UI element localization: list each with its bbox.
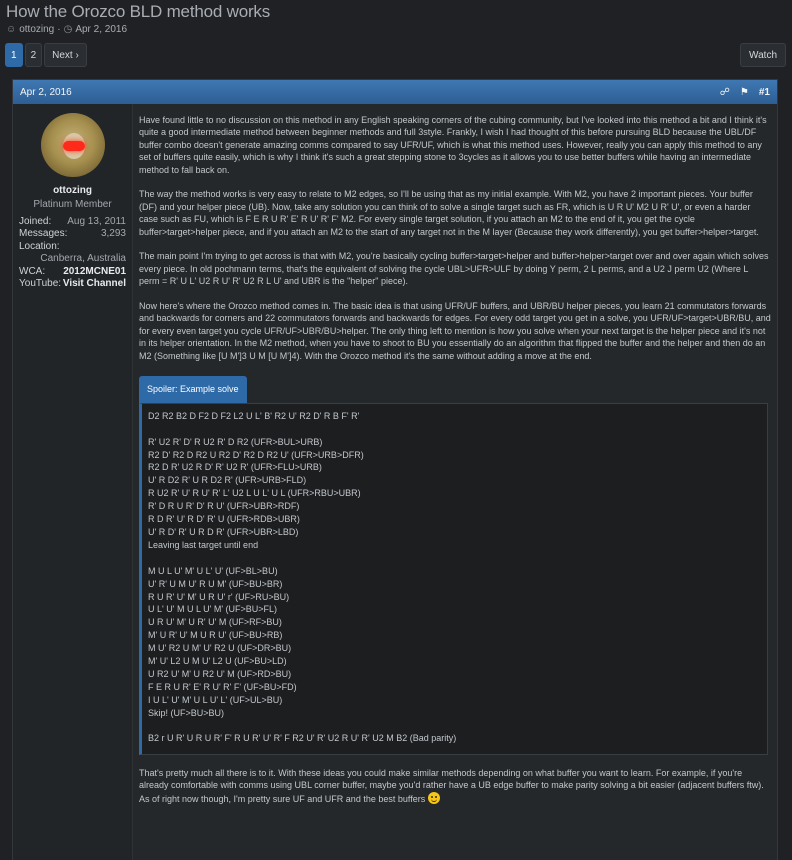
spoiler-line: M U L U' M' U L' U' (UF>BL>BU) — [148, 565, 278, 576]
post: Apr 2, 2016 ☍ ⚑ #1 ottozing Platinum Mem… — [12, 79, 778, 860]
user-title: Platinum Member — [33, 199, 112, 210]
watch-button[interactable]: Watch — [740, 43, 786, 67]
location-value[interactable]: Canberra, Australia — [40, 253, 126, 265]
username-link[interactable]: ottozing — [13, 185, 132, 196]
wca-label: WCA: — [19, 265, 46, 277]
spoiler-line: Skip! (UF>BU>BU) — [148, 707, 225, 718]
spoiler-line: R D R' U' R D' R' U (UFR>RDB>UBR) — [148, 514, 300, 525]
post-date-link[interactable]: Apr 2, 2016 — [20, 87, 72, 98]
messages-label: Messages: — [19, 228, 68, 240]
post-content: Have found little to no discussion on th… — [139, 114, 771, 817]
messages-value[interactable]: 3,293 — [101, 228, 126, 240]
next-page-button[interactable]: Next › — [44, 43, 87, 67]
spoiler-toggle-button[interactable]: Spoiler: Example solve — [139, 376, 247, 403]
meta-separator: · — [57, 24, 61, 35]
spoiler-line: M' U R' U' M U R U' (UF>BU>RB) — [148, 630, 283, 641]
spoiler-line: I U L' U' M' U L U' L' (UF>UL>BU) — [148, 694, 283, 705]
spoiler-line: M U' R2 U M' U' R2 U (UF>DR>BU) — [148, 643, 292, 654]
spoiler-line: R2 D R' U2 R D' R' U2 R' (UFR>FLU>URB) — [148, 462, 322, 473]
user-stats: Joined: Aug 13, 2011 Messages: 3,293 Locat… — [19, 216, 126, 290]
share-icon[interactable]: ☍ — [720, 87, 730, 98]
spoiler-line: U' R D2 R' U R D2 R' (UFR>URB>FLD) — [148, 475, 307, 486]
post-paragraph: The way the method works is very easy to… — [139, 189, 759, 237]
post-paragraph: Have found little to no discussion on th… — [139, 115, 767, 175]
spoiler-line: M' U' L2 U M U' L2 U (UF>BU>LD) — [148, 656, 287, 667]
smiley-icon — [427, 791, 440, 804]
spoiler-line: U' R' U M U' R U M' (UF>BU>BR) — [148, 578, 283, 589]
thread-title: How the Orozco BLD method works — [6, 2, 271, 21]
spoiler-blank-line — [148, 552, 761, 565]
spoiler-blank-line — [148, 720, 761, 733]
location-label: Location: — [19, 240, 60, 252]
joined-value: Aug 13, 2011 — [67, 216, 126, 227]
thread-date-link[interactable]: Apr 2, 2016 — [75, 24, 127, 35]
thread-meta: ☺ ottozing · ◷ Apr 2, 2016 — [6, 24, 127, 35]
spoiler-line: B2 r U R' U R U R' F' R U R' U' R' F R2 … — [148, 733, 457, 744]
clock-icon: ◷ — [63, 24, 73, 35]
spoiler-line: R2 D' R2 D R2 U R2 D' R2 D R2 U' (UFR>UR… — [148, 449, 364, 460]
avatar[interactable] — [40, 113, 105, 177]
spoiler-line: U R U' M' U R' U' M (UF>RF>BU) — [148, 617, 282, 628]
closing-text: That's pretty much all there is to it. W… — [139, 767, 764, 804]
spoiler-line: U R2 U' M' U R2 U' M (UF>RD>BU) — [148, 668, 292, 679]
spoiler-line: U' R D' R' U R D R' (UFR>UBR>LBD) — [148, 527, 299, 538]
spoiler-line: R' U2 R' D' R U2 R' D R2 (UFR>BUL>URB) — [148, 436, 323, 447]
post-paragraph: The main point I'm trying to get across … — [139, 251, 769, 287]
page-2-button[interactable]: 2 — [24, 43, 43, 67]
joined-label: Joined: — [19, 216, 52, 227]
post-header: Apr 2, 2016 ☍ ⚑ #1 — [13, 80, 777, 104]
pagination: 1 2 Next › — [5, 43, 87, 67]
youtube-label: YouTube: — [19, 278, 62, 290]
post-closing-paragraph: That's pretty much all there is to it. W… — [139, 767, 771, 805]
page-1-button[interactable]: 1 — [5, 43, 23, 67]
spoiler-content: D2 R2 B2 D F2 D F2 L2 U L' B' R2 U' R2 D… — [139, 402, 768, 755]
spoiler-line: R' D R U R' D' R U' (UFR>UBR>RDF) — [148, 501, 300, 512]
post-number-link[interactable]: #1 — [759, 87, 770, 98]
user-icon: ☺ — [6, 24, 17, 35]
post-paragraph: Now here's where the Orozco method comes… — [139, 301, 771, 361]
spoiler-line: Leaving last target until end — [148, 539, 259, 550]
youtube-channel-link[interactable]: Visit Channel — [63, 278, 126, 290]
post-actions: ☍ ⚑ #1 — [720, 87, 770, 98]
spoiler-blank-line — [148, 423, 761, 436]
user-info-panel: ottozing Platinum Member Joined: Aug 13, … — [13, 104, 133, 860]
spoiler-line: U L' U' M U L U' M' (UF>BU>FL) — [148, 604, 278, 615]
spoiler-line: D2 R2 B2 D F2 D F2 L2 U L' B' R2 U' R2 D… — [148, 410, 360, 421]
spoiler-line: R U R' U' M' U R U' r' (UF>RU>BU) — [148, 591, 290, 602]
spoiler-line: R U2 R' U' R U' R' L' U2 L U L' U L (UFR… — [148, 488, 361, 499]
thread-author-link[interactable]: ottozing — [19, 24, 54, 35]
avatar-red-eyes — [62, 141, 85, 151]
spoiler-line: F E R U R' E' R U' R' F' (UF>BU>FD) — [148, 681, 297, 692]
wca-id-value: 2012MCNE01 — [63, 265, 126, 277]
bookmark-icon[interactable]: ⚑ — [740, 87, 749, 98]
